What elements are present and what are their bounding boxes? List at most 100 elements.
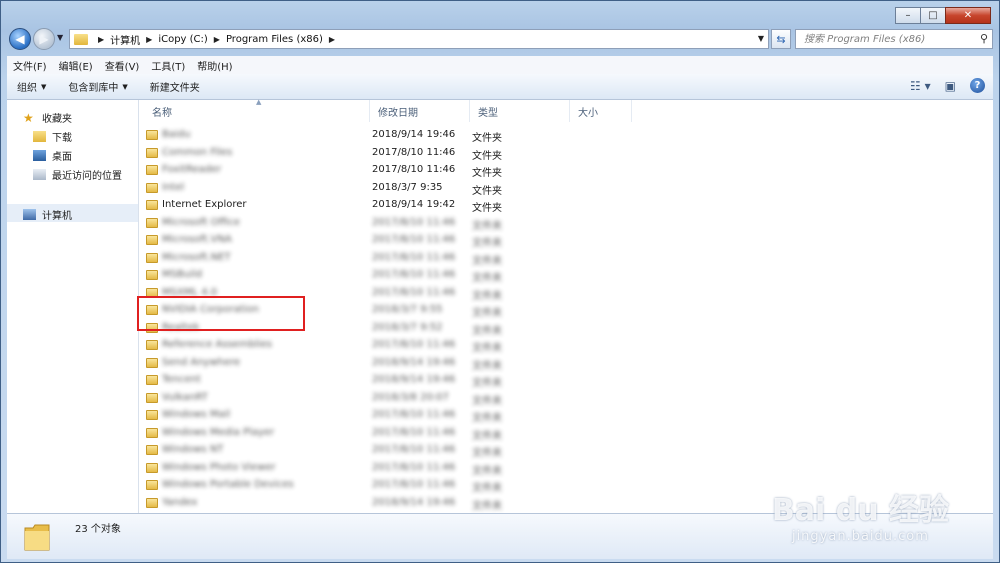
minimize-button[interactable]: – (895, 7, 921, 24)
breadcrumb-computer[interactable]: 计算机 (110, 32, 140, 47)
file-row[interactable]: Send Anywhere 2018/9/14 19:46 文件夹 (144, 355, 604, 372)
file-row[interactable]: Reference Assemblies 2017/8/10 11:46 文件夹 (144, 337, 604, 354)
breadcrumb-drive[interactable]: iCopy (C:) (158, 34, 207, 45)
file-name: Windows Portable Devices (162, 479, 294, 490)
file-date: 2018/9/14 19:46 (372, 374, 456, 385)
explorer-window: – □ ✕ ◀ ▶ ▼ ▶ 计算机 ▶ iCopy (C:) ▶ Program… (0, 0, 1000, 563)
column-size[interactable]: 大小 (570, 100, 632, 122)
column-size-label: 大小 (578, 107, 598, 119)
menu-edit[interactable]: 编辑(E) (59, 58, 93, 73)
file-type: 文件夹 (472, 290, 502, 302)
file-date: 2017/8/10 11:46 (372, 426, 456, 438)
file-type: 文件夹 (472, 273, 502, 284)
chevron-down-icon[interactable]: ▼ (758, 34, 764, 43)
nav-recent[interactable]: 最近访问的位置 (33, 167, 122, 182)
search-input[interactable] (802, 32, 976, 46)
folder-icon (74, 33, 88, 45)
folder-icon (146, 130, 158, 140)
navigation-row: ◀ ▶ ▼ ▶ 计算机 ▶ iCopy (C:) ▶ Program Files… (7, 27, 993, 53)
file-date: 2018/3/8 20:07 (372, 391, 449, 403)
close-button[interactable]: ✕ (945, 7, 991, 24)
chevron-right-icon[interactable]: ▶ (146, 35, 152, 44)
menu-file[interactable]: 文件(F) (13, 58, 47, 73)
navigation-pane: ★ 收藏夹 下载 桌面 最近访问的位置 计算机 (7, 100, 139, 513)
file-date: 2018/9/14 19:42 (372, 199, 456, 210)
search-icon[interactable]: ⚲ (980, 32, 988, 45)
column-name[interactable]: 名称 ▲ (144, 98, 370, 122)
file-row[interactable]: FoxitReader 2017/8/10 11:46 文件夹 (144, 162, 604, 179)
chevron-right-icon[interactable]: ▶ (329, 35, 335, 44)
nav-computer[interactable]: 计算机 (23, 207, 72, 222)
file-name: Baidu (162, 129, 191, 140)
file-row[interactable]: Tencent 2018/9/14 19:46 文件夹 (144, 372, 604, 389)
file-row[interactable]: Windows Media Player 2017/8/10 11:46 文件夹 (144, 425, 604, 442)
nav-downloads-label: 下载 (52, 133, 72, 144)
file-type: 文件夹 (472, 238, 502, 249)
folder-icon (146, 462, 158, 473)
menu-tools[interactable]: 工具(T) (151, 58, 185, 73)
file-name: Windows Photo Viewer (162, 461, 276, 473)
folder-icon (146, 252, 158, 263)
file-row[interactable]: VulkanRT 2018/3/8 20:07 文件夹 (144, 390, 604, 407)
new-folder-label: 新建文件夹 (149, 83, 200, 94)
folder-icon (146, 340, 158, 350)
nav-favorites[interactable]: ★ 收藏夹 (23, 110, 72, 126)
file-row[interactable]: Baidu 2018/9/14 19:46 文件夹 (144, 127, 604, 144)
menu-help[interactable]: 帮助(H) (197, 58, 232, 73)
file-name: FoxitReader (162, 164, 222, 175)
nav-downloads[interactable]: 下载 (33, 129, 72, 144)
refresh-icon: ⇆ (776, 32, 786, 46)
chevron-right-icon[interactable]: ▶ (214, 35, 220, 44)
column-modified[interactable]: 修改日期 (370, 100, 470, 122)
menu-view[interactable]: 查看(V) (105, 58, 140, 73)
folder-icon (24, 524, 50, 551)
nav-recent-label: 最近访问的位置 (52, 171, 122, 182)
watermark-logo: Bai du 经验 (771, 493, 949, 528)
file-date: 2018/9/14 19:46 (372, 129, 456, 140)
file-row[interactable]: Microsoft.VNA 2017/8/10 11:46 文件夹 (144, 232, 604, 249)
file-date: 2017/8/10 11:46 (372, 461, 456, 473)
refresh-button[interactable]: ⇆ (771, 29, 791, 49)
file-row[interactable]: Microsoft.NET 2017/8/10 11:46 文件夹 (144, 250, 604, 267)
column-type[interactable]: 类型 (470, 100, 570, 122)
view-options-icon[interactable]: ☷ ▾ (910, 79, 931, 93)
folder-icon (146, 165, 158, 175)
chevron-down-icon: ▼ (122, 82, 128, 91)
search-box[interactable]: ⚲ (795, 29, 993, 49)
breadcrumb-program-files[interactable]: Program Files (x86) (226, 34, 323, 45)
file-row[interactable]: Microsoft Office 2017/8/10 11:46 文件夹 (144, 215, 604, 232)
file-name: Tencent (162, 374, 201, 385)
file-row[interactable]: Internet Explorer 2018/9/14 19:42 文件夹 (144, 197, 604, 214)
file-row[interactable]: Windows Portable Devices 2017/8/10 11:46 文… (144, 477, 604, 494)
file-date: 2018/3/7 9:52 (372, 321, 443, 333)
back-button[interactable]: ◀ (9, 28, 31, 50)
file-row[interactable]: MSBuild 2017/8/10 11:46 文件夹 (144, 267, 604, 284)
help-icon[interactable]: ? (970, 78, 985, 93)
include-library-label: 包含到库中 (68, 83, 119, 94)
file-row[interactable]: Windows Mail 2017/8/10 11:46 文件夹 (144, 407, 604, 424)
file-name: Yandex (162, 496, 198, 508)
maximize-button[interactable]: □ (920, 7, 946, 24)
nav-desktop[interactable]: 桌面 (33, 148, 72, 163)
file-date: 2017/8/10 11:46 (372, 444, 456, 455)
command-bar: 组织 ▼ 包含到库中 ▼ 新建文件夹 ☷ ▾ ▣ ? (7, 74, 993, 100)
file-row[interactable]: Yandex 2018/9/14 19:46 文件夹 (144, 495, 604, 512)
file-date: 2018/9/14 19:46 (372, 356, 456, 368)
file-row[interactable]: Windows NT 2017/8/10 11:46 文件夹 (144, 442, 604, 459)
file-row[interactable]: Windows Photo Viewer 2017/8/10 11:46 文件夹 (144, 460, 604, 477)
new-folder-button[interactable]: 新建文件夹 (150, 79, 200, 94)
item-count: 23 个对象 (75, 524, 121, 535)
file-type: 文件夹 (472, 378, 502, 389)
preview-pane-icon[interactable]: ▣ (945, 79, 956, 93)
include-library-button[interactable]: 包含到库中 ▼ (68, 79, 128, 95)
chevron-right-icon[interactable]: ▶ (98, 35, 104, 44)
file-row[interactable]: Intel 2018/3/7 9:35 文件夹 (144, 180, 604, 197)
file-row[interactable]: Common Files 2017/8/10 11:46 文件夹 (144, 145, 604, 162)
file-date: 2018/3/7 9:55 (372, 304, 443, 315)
content-area: ★ 收藏夹 下载 桌面 最近访问的位置 计算机 名称 ▲ 修改日期 类型 大小 … (7, 98, 993, 513)
address-bar[interactable]: ▶ 计算机 ▶ iCopy (C:) ▶ Program Files (x86)… (69, 29, 769, 49)
organize-label: 组织 (17, 83, 37, 94)
history-dropdown[interactable]: ▼ (57, 33, 63, 42)
forward-button[interactable]: ▶ (33, 28, 55, 50)
organize-button[interactable]: 组织 ▼ (17, 79, 46, 95)
